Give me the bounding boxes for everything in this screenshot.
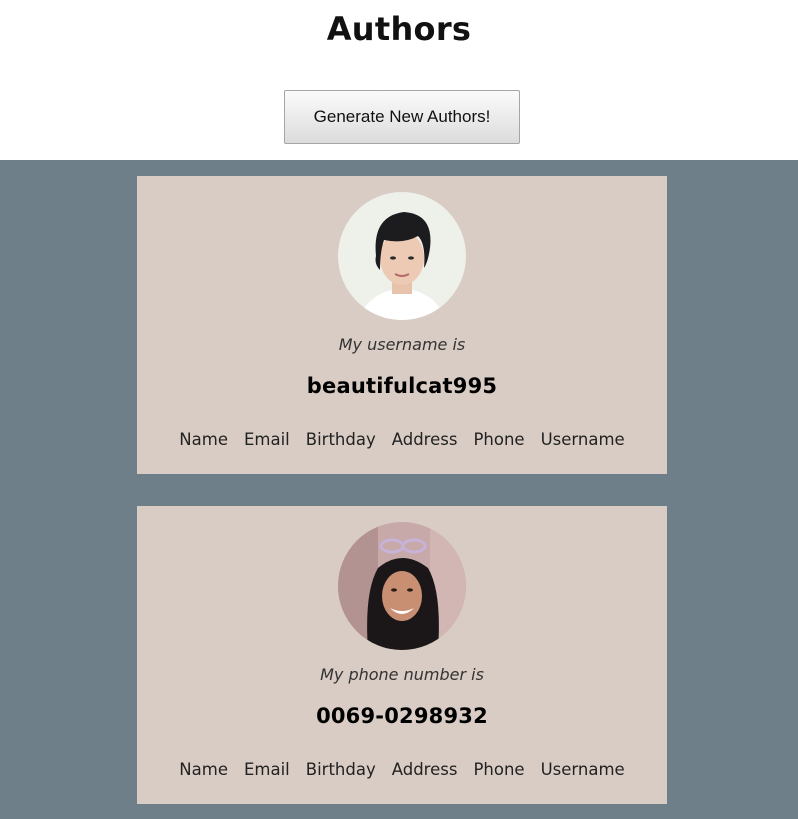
author-field-label: My phone number is: [320, 665, 484, 684]
tab-email[interactable]: Email: [244, 760, 290, 779]
tab-phone[interactable]: Phone: [473, 430, 524, 449]
author-field-value: beautifulcat995: [306, 374, 498, 398]
page-header: Authors Generate New Authors!: [0, 0, 798, 160]
tab-username[interactable]: Username: [541, 430, 625, 449]
tab-birthday[interactable]: Birthday: [306, 760, 376, 779]
tab-address[interactable]: Address: [392, 760, 458, 779]
tab-address[interactable]: Address: [392, 430, 458, 449]
author-avatar: [338, 192, 466, 320]
tab-username[interactable]: Username: [541, 760, 625, 779]
author-field-tabs: Name Email Birthday Address Phone Userna…: [137, 760, 667, 779]
tab-birthday[interactable]: Birthday: [306, 430, 376, 449]
tab-phone[interactable]: Phone: [473, 760, 524, 779]
tab-email[interactable]: Email: [244, 430, 290, 449]
author-card: My phone number is 0069-0298932 Name Ema…: [137, 506, 667, 804]
authors-list: My username is beautifulcat995 Name Emai…: [0, 160, 798, 819]
author-field-label: My username is: [338, 335, 466, 354]
generate-new-authors-button[interactable]: Generate New Authors!: [284, 90, 520, 144]
author-field-tabs: Name Email Birthday Address Phone Userna…: [137, 430, 667, 449]
author-field-value: 0069-0298932: [316, 704, 488, 728]
author-avatar: [338, 522, 466, 650]
author-card: My username is beautifulcat995 Name Emai…: [137, 176, 667, 474]
page-title: Authors: [326, 10, 472, 48]
tab-name[interactable]: Name: [179, 430, 228, 449]
tab-name[interactable]: Name: [179, 760, 228, 779]
